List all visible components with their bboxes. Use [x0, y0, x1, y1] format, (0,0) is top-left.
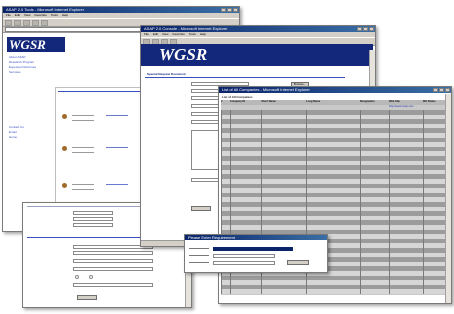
- col-header[interactable]: #: [221, 100, 230, 105]
- sidebar-link-contact[interactable]: Contact Us: [9, 125, 24, 129]
- dialog-titlebar: Please Enter Requirement: [185, 235, 327, 240]
- home-icon[interactable]: [41, 19, 48, 26]
- middle-logo: WGSR: [141, 44, 373, 66]
- middle-title: ASAP 2.0 Console - Microsoft Internet Ex…: [144, 26, 228, 31]
- back-left-logo: WGSR: [7, 37, 65, 52]
- form-field[interactable]: [73, 211, 113, 215]
- form-field[interactable]: [73, 267, 153, 271]
- table-row[interactable]: [221, 289, 445, 294]
- sidebar-link-research[interactable]: Research Program: [9, 60, 34, 64]
- radio-option[interactable]: [89, 275, 93, 279]
- minimize-button[interactable]: [221, 8, 226, 12]
- col-header[interactable]: Web Site: [389, 100, 423, 105]
- radio-option[interactable]: [75, 275, 79, 279]
- close-button[interactable]: [233, 8, 238, 12]
- menu-favorites[interactable]: Favorites: [34, 13, 46, 17]
- close-button[interactable]: [369, 27, 374, 31]
- menu-edit[interactable]: Edit: [153, 32, 158, 36]
- menu-view[interactable]: View: [24, 13, 30, 17]
- dialog-field[interactable]: [213, 261, 275, 265]
- refresh-icon[interactable]: [32, 19, 39, 26]
- back-left-titlebar: ASAP 2.0 Tools - Microsoft Internet Expl…: [3, 7, 239, 13]
- form-submit-button[interactable]: [77, 295, 97, 300]
- sidebar-link-home[interactable]: Home: [9, 135, 17, 139]
- maximize-button[interactable]: [439, 88, 444, 92]
- menu-help[interactable]: Help: [200, 32, 206, 36]
- table-cell: [261, 289, 306, 294]
- minimize-button[interactable]: [357, 27, 362, 31]
- col-header[interactable]: Long Name: [306, 100, 360, 105]
- menu-edit[interactable]: Edit: [15, 13, 20, 17]
- form-field[interactable]: [73, 217, 113, 221]
- forward-icon[interactable]: [14, 19, 21, 26]
- menu-tools[interactable]: Tools: [189, 32, 196, 36]
- stop-icon[interactable]: [23, 19, 30, 26]
- menu-view[interactable]: View: [162, 32, 168, 36]
- submit-request-button[interactable]: [191, 206, 211, 211]
- middle-section-title: Special Request Document: [147, 72, 186, 76]
- dialog-field[interactable]: [213, 254, 275, 258]
- dialog-title: Please Enter Requirement: [188, 235, 235, 240]
- table-titlebar: List of All Companies - Microsoft Intern…: [219, 87, 451, 93]
- col-header[interactable]: Short Name: [261, 100, 306, 105]
- back-icon[interactable]: [5, 19, 12, 26]
- back-left-title: ASAP 2.0 Tools - Microsoft Internet Expl…: [6, 7, 85, 12]
- col-header[interactable]: WO Status: [423, 100, 445, 105]
- back-left-content-panel: [55, 87, 143, 209]
- requirement-dialog: Please Enter Requirement: [184, 234, 328, 273]
- table-cell: [306, 289, 360, 294]
- menu-favorites[interactable]: Favorites: [172, 32, 184, 36]
- sidebar-link-email[interactable]: Email: [9, 130, 17, 134]
- form-field[interactable]: [73, 223, 113, 227]
- sidebar-link-outcomes[interactable]: Expected Outcomes: [9, 65, 36, 69]
- menu-file[interactable]: File: [6, 13, 11, 17]
- table-cell: [422, 289, 445, 294]
- menu-tools[interactable]: Tools: [51, 13, 58, 17]
- minimize-button[interactable]: [433, 88, 438, 92]
- menu-file[interactable]: File: [144, 32, 149, 36]
- request-field[interactable]: [191, 120, 219, 124]
- sidebar-link-about[interactable]: About ASAP: [9, 55, 26, 59]
- maximize-button[interactable]: [363, 27, 368, 31]
- list-bullet-icon: [62, 114, 67, 119]
- col-header[interactable]: Company ID: [230, 100, 261, 105]
- table-header-row: # Company ID Short Name Long Name Design…: [221, 100, 445, 105]
- form-field[interactable]: [73, 259, 153, 263]
- list-bullet-icon: [62, 146, 67, 151]
- request-field[interactable]: [191, 178, 221, 182]
- table-cell: [388, 289, 423, 294]
- form-field[interactable]: [73, 251, 153, 255]
- middle-titlebar: ASAP 2.0 Console - Microsoft Internet Ex…: [141, 26, 375, 32]
- table-cell: [221, 289, 230, 294]
- table-row[interactable]: http://www.comp.com: [221, 105, 445, 110]
- website-link[interactable]: http://www.comp.com: [389, 105, 423, 110]
- col-header[interactable]: Designation: [360, 100, 389, 105]
- form-field[interactable]: [73, 283, 153, 287]
- dialog-submit-button[interactable]: [287, 260, 309, 265]
- list-bullet-icon: [62, 183, 67, 188]
- maximize-button[interactable]: [227, 8, 232, 12]
- table-cell: [229, 289, 261, 294]
- table-cell: [359, 289, 389, 294]
- sidebar-link-services[interactable]: Services: [9, 70, 21, 74]
- close-button[interactable]: [445, 88, 450, 92]
- menu-help[interactable]: Help: [62, 13, 68, 17]
- table-heading: List of All Companies: [222, 95, 253, 99]
- scrollbar[interactable]: [445, 94, 451, 303]
- table-title: List of All Companies - Microsoft Intern…: [222, 87, 310, 92]
- dialog-selected-field[interactable]: [213, 247, 293, 251]
